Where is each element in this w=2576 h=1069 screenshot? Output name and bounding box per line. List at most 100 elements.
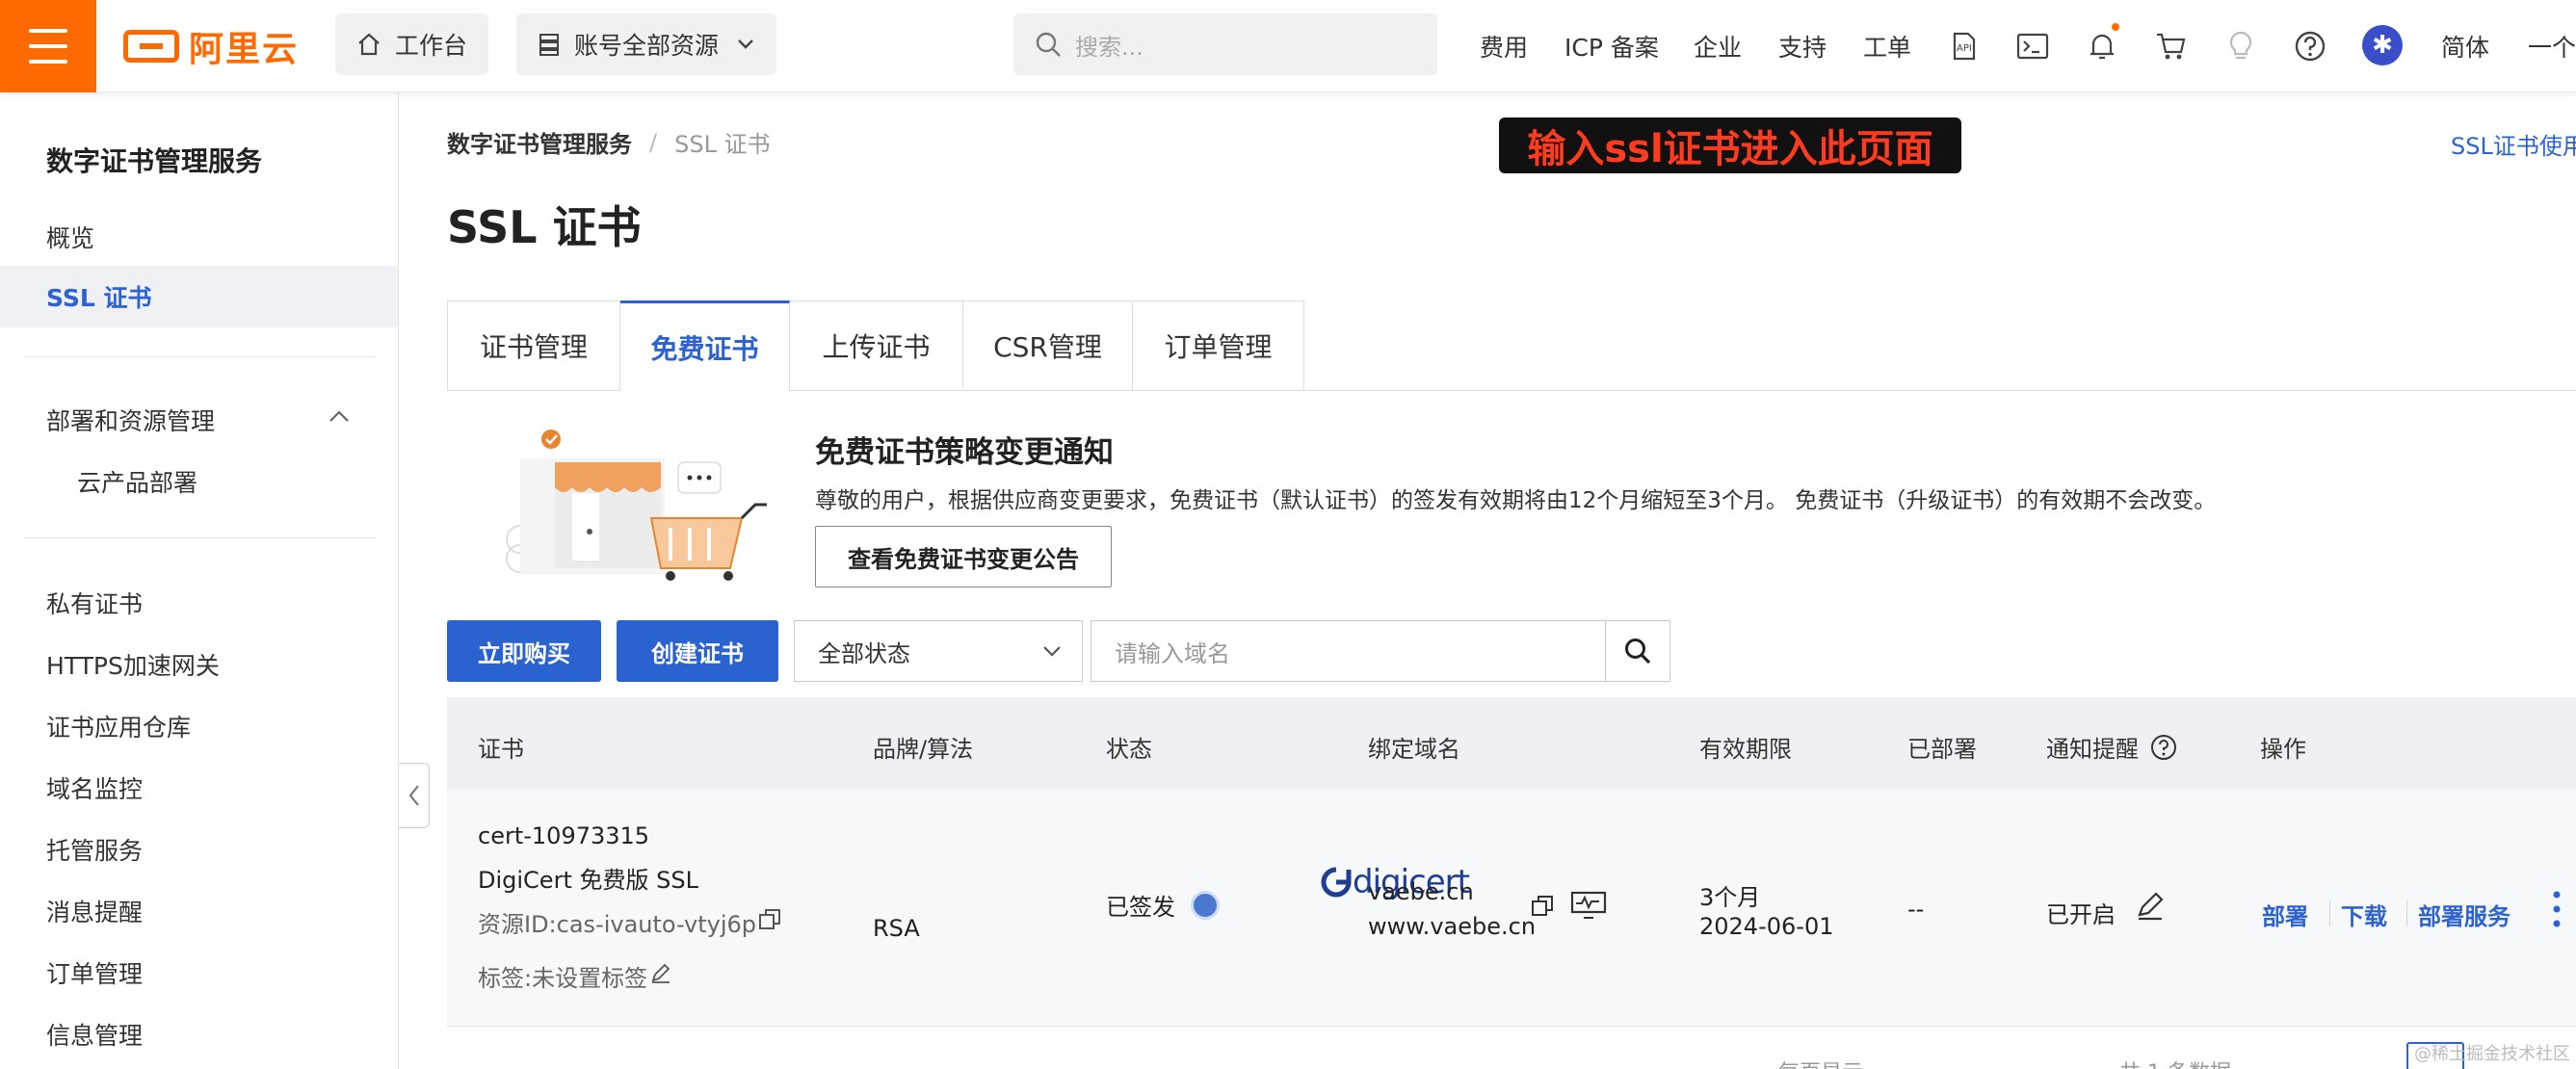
notice-title: 免费证书策略变更通知 xyxy=(815,435,1114,470)
workbench-label: 工作台 xyxy=(395,32,468,60)
api-icon[interactable]: API xyxy=(1944,27,1983,65)
account-name[interactable]: 一个 xyxy=(2528,29,2576,64)
sidebar-item-https-gateway[interactable]: HTTPS加速网关 xyxy=(46,647,220,682)
chevron-up-icon[interactable] xyxy=(328,408,351,424)
aliyun-logo[interactable]: 阿里云 xyxy=(123,27,299,69)
domain-secondary: www.vaebe.cn xyxy=(1368,913,1537,940)
tabs-baseline xyxy=(1304,390,2576,391)
op-divider xyxy=(2329,900,2330,926)
expiry-date: 2024-06-01 xyxy=(1699,913,1834,940)
language-switch[interactable]: 简体 xyxy=(2441,29,2489,64)
column-header: 操作 xyxy=(2260,736,2306,763)
edit-icon[interactable] xyxy=(649,961,672,984)
status-info-icon[interactable] xyxy=(1191,890,1220,920)
sidebar-collapse-button[interactable] xyxy=(399,763,430,828)
tab-free-cert[interactable]: 免费证书 xyxy=(620,300,790,391)
op-divider xyxy=(2406,900,2407,926)
sidebar-item-notifications[interactable]: 消息提醒 xyxy=(46,894,143,928)
edit-icon[interactable] xyxy=(2135,890,2166,921)
sidebar: 数字证书管理服务 概览 SSL 证书 部署和资源管理 云产品部署 私有证书 HT… xyxy=(0,92,399,1069)
logo-text: 阿里云 xyxy=(189,30,300,69)
resources-dropdown[interactable]: 账号全部资源 xyxy=(516,13,777,75)
help-icon[interactable] xyxy=(2150,734,2177,761)
create-cert-button[interactable]: 创建证书 xyxy=(617,620,778,682)
sidebar-item-info[interactable]: 信息管理 xyxy=(46,1017,143,1052)
nav-enterprise[interactable]: 企业 xyxy=(1694,29,1742,64)
chevron-down-icon xyxy=(1043,646,1061,657)
sidebar-group-deploy[interactable]: 部署和资源管理 xyxy=(46,403,215,437)
ssl-doc-link[interactable]: SSL证书使用 xyxy=(2451,127,2576,161)
chevron-left-icon xyxy=(408,785,419,806)
search-icon xyxy=(1036,32,1061,57)
domain-search-button[interactable] xyxy=(1605,620,1670,682)
pager-total: 共 1 条数据 xyxy=(2119,1056,2231,1069)
column-header: 通知提醒 xyxy=(2046,730,2177,764)
tab-upload-cert[interactable]: 上传证书 xyxy=(790,300,963,391)
page-title: SSL 证书 xyxy=(447,201,642,253)
nav-icp[interactable]: ICP 备案 xyxy=(1564,29,1659,64)
status-filter-value: 全部状态 xyxy=(818,639,910,667)
sidebar-item-cert-repo[interactable]: 证书应用仓库 xyxy=(46,709,191,743)
copy-icon[interactable] xyxy=(757,907,782,932)
column-header: 品牌/算法 xyxy=(873,736,974,763)
home-icon xyxy=(358,33,380,56)
deploy-service-button[interactable]: 部署服务 xyxy=(2418,898,2510,931)
notice-description: 尊敬的用户，根据供应商变更要求，免费证书（默认证书）的签发有效期将由12个月缩短… xyxy=(815,488,2217,513)
more-vertical-icon[interactable] xyxy=(2551,890,2563,928)
sidebar-item-cloud-deploy[interactable]: 云产品部署 xyxy=(77,464,197,499)
tab-orders[interactable]: 订单管理 xyxy=(1133,300,1304,391)
column-header: 已部署 xyxy=(1907,736,1977,763)
nav-ticket[interactable]: 工单 xyxy=(1863,29,1911,64)
copy-icon[interactable] xyxy=(1530,894,1555,919)
table-header: 证书 品牌/算法 状态 绑定域名 有效期限 已部署 通知提醒 操作 xyxy=(447,697,2576,790)
validity-period: 3个月 xyxy=(1699,884,1761,911)
buy-now-button[interactable]: 立即购买 xyxy=(447,620,601,682)
sidebar-item-overview[interactable]: 概览 xyxy=(46,220,94,254)
avatar[interactable]: ✱ xyxy=(2362,25,2403,65)
sidebar-divider xyxy=(23,537,376,538)
lightbulb-icon[interactable] xyxy=(2221,27,2260,65)
bell-icon[interactable] xyxy=(2083,23,2121,65)
breadcrumb-root[interactable]: 数字证书管理服务 xyxy=(447,125,632,159)
resources-label: 账号全部资源 xyxy=(574,32,720,60)
sidebar-item-hosting[interactable]: 托管服务 xyxy=(46,832,143,867)
sidebar-divider xyxy=(23,356,376,357)
status-filter-select[interactable]: 全部状态 xyxy=(794,620,1083,682)
sidebar-item-orders[interactable]: 订单管理 xyxy=(46,955,143,990)
sidebar-item-private-cert[interactable]: 私有证书 xyxy=(46,586,143,620)
workbench-button[interactable]: 工作台 xyxy=(335,13,489,75)
breadcrumb: 数字证书管理服务 / SSL 证书 xyxy=(447,125,771,159)
sidebar-item-ssl[interactable]: SSL 证书 xyxy=(0,266,398,327)
algorithm: RSA xyxy=(873,915,920,942)
cart-icon[interactable] xyxy=(2152,27,2191,65)
column-header-label: 通知提醒 xyxy=(2046,736,2139,763)
cert-tags[interactable]: 标签:未设置标签 xyxy=(478,959,647,993)
tab-csr[interactable]: CSR管理 xyxy=(963,300,1133,391)
table-row: cert-10973315 DigiCert 免费版 SSL 资源ID:cas-… xyxy=(447,790,2576,1027)
download-button[interactable]: 下载 xyxy=(2341,898,2387,931)
deploy-button[interactable]: 部署 xyxy=(2262,898,2308,931)
help-icon[interactable] xyxy=(2291,27,2329,65)
breadcrumb-current: SSL 证书 xyxy=(674,131,771,158)
tab-cert-management[interactable]: 证书管理 xyxy=(447,300,620,391)
column-header: 绑定域名 xyxy=(1368,736,1460,763)
sidebar-item-domain-monitor[interactable]: 域名监控 xyxy=(46,770,143,805)
view-notice-button[interactable]: 查看免费证书变更公告 xyxy=(815,526,1112,587)
svg-text:API: API xyxy=(1957,43,1972,54)
resource-id: 资源ID:cas-ivauto-vtyj6p xyxy=(478,911,757,938)
search-icon xyxy=(1625,639,1651,665)
global-search[interactable]: 搜索... xyxy=(1013,13,1437,75)
domain-search-input[interactable]: 请输入域名 xyxy=(1091,620,1607,682)
terminal-icon[interactable] xyxy=(2013,27,2052,65)
chevron-down-icon xyxy=(738,39,753,49)
status-text: 已签发 xyxy=(1106,894,1175,921)
search-placeholder: 搜索... xyxy=(1075,33,1143,61)
nav-support[interactable]: 支持 xyxy=(1778,29,1827,64)
monitor-icon[interactable] xyxy=(1570,890,1607,921)
menu-icon[interactable] xyxy=(0,0,96,92)
pager-page-size-label: 每页显示 xyxy=(1778,1056,1863,1069)
page: 阿里云 工作台 账号全部资源 搜索... 费用 ICP 备案 企业 支持 工单 … xyxy=(0,0,2576,1069)
column-header: 证书 xyxy=(478,736,524,763)
nav-fees[interactable]: 费用 xyxy=(1480,29,1528,64)
watermark: @稀土掘金技术社区 xyxy=(2414,1044,2570,1064)
